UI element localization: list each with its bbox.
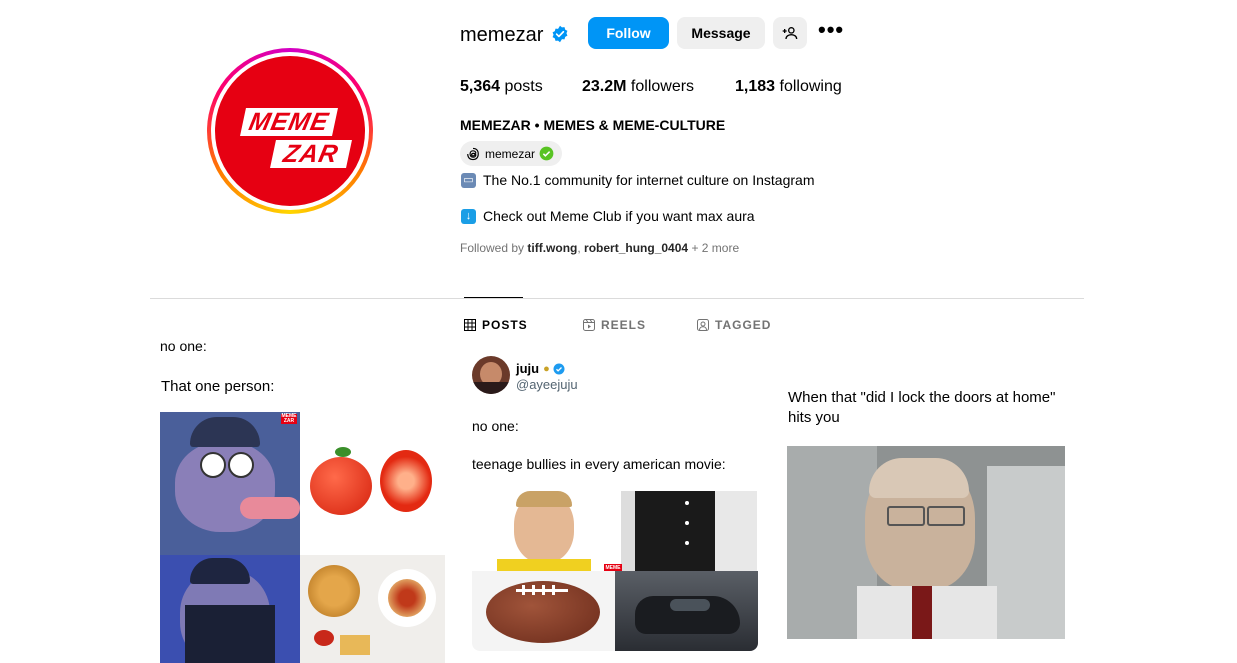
letterman-jacket-image — [615, 491, 758, 571]
post-tile-2[interactable]: juju ● @ayeejuju no one: teenage bullies… — [464, 340, 769, 663]
add-person-icon — [782, 27, 798, 40]
football-image — [472, 571, 615, 651]
author-name-row: juju ● — [516, 361, 565, 376]
posts-stat: 5,364 posts — [460, 78, 543, 95]
active-tab-indicator — [464, 297, 523, 298]
post3-caption: When that "did I lock the doors at home"… — [788, 389, 1056, 426]
post2-line2: teenage bullies in every american movie: — [472, 456, 726, 472]
reels-icon — [583, 319, 595, 331]
post1-caption: That one person: — [161, 378, 275, 395]
suggest-user-button[interactable] — [773, 17, 807, 49]
threads-link[interactable]: memezar — [460, 141, 563, 166]
check-circle-icon — [539, 146, 554, 161]
fish-meme-image-2 — [160, 555, 300, 663]
following-stat[interactable]: 1,183 following — [735, 78, 842, 96]
post-tile-1[interactable]: no one: That one person: MEME ZAR — [150, 340, 455, 663]
tagged-icon — [697, 319, 709, 331]
followed-by-text[interactable]: Followed by tiff.wong, robert_hung_0404 … — [460, 241, 739, 255]
author-avatar — [472, 356, 510, 394]
fish-meme-image-1: MEME ZAR — [160, 412, 300, 555]
tab-reels[interactable]: REELS — [583, 318, 646, 332]
threads-icon — [467, 147, 479, 160]
author-handle: @ayeejuju — [516, 377, 578, 392]
bio-line-2: ↓ Check out Meme Club if you want max au… — [461, 208, 755, 224]
tabs-divider — [150, 298, 1084, 299]
profile-full-name: MEMEZAR • MEMES & MEME-CULTURE — [460, 117, 726, 133]
post2-line1: no one: — [472, 418, 519, 434]
anime-driver-image — [787, 446, 1065, 639]
memezar-logo: MEME ZAR — [215, 56, 365, 206]
pasta-pizza-image — [300, 555, 445, 663]
watermark-logo: MEME ZAR — [281, 413, 297, 424]
bio-line-1: ▭ The No.1 community for internet cultur… — [461, 172, 814, 188]
tab-tagged[interactable]: TAGGED — [697, 318, 771, 332]
message-button[interactable]: Message — [677, 17, 765, 49]
post-tile-3[interactable]: When that "did I lock the doors at home"… — [778, 340, 1084, 663]
profile-username: memezar — [460, 24, 544, 46]
muscle-car-image — [615, 571, 758, 651]
verified-badge-icon — [552, 25, 568, 43]
follow-button[interactable]: Follow — [588, 17, 669, 49]
post1-top-text: no one: — [160, 340, 207, 354]
followers-stat[interactable]: 23.2M followers — [582, 78, 694, 96]
threads-handle: memezar — [485, 146, 536, 161]
more-options-button[interactable]: ••• — [818, 19, 844, 46]
tomato-image — [300, 412, 445, 555]
grid-icon — [464, 319, 476, 331]
footballer-image — [472, 491, 615, 571]
verified-badge-icon — [553, 363, 565, 374]
down-arrow-emoji-icon: ↓ — [461, 208, 476, 224]
profile-avatar[interactable]: MEME ZAR — [207, 48, 373, 214]
money-bag-icon: ● — [543, 362, 550, 375]
tv-emoji-icon: ▭ — [461, 172, 476, 188]
tab-posts[interactable]: POSTS — [464, 318, 528, 332]
